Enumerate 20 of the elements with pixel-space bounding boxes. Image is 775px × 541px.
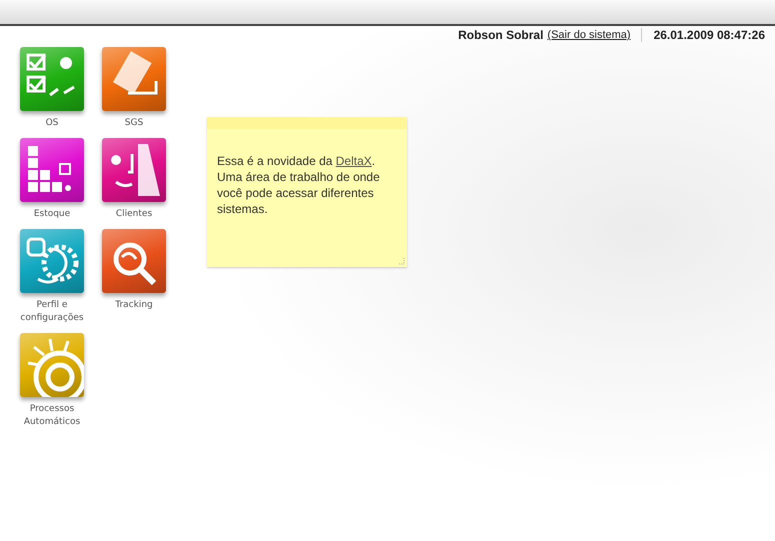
app-icon[interactable] <box>20 229 84 293</box>
app-icon[interactable] <box>20 138 84 202</box>
app-label: Estoque <box>32 208 72 221</box>
user-name: Robson Sobral <box>458 28 544 42</box>
date-time: 26.01.2009 08:47:26 <box>640 28 765 42</box>
app-icon[interactable] <box>102 229 166 293</box>
app-label: SGS <box>124 117 144 130</box>
app-icon[interactable] <box>20 47 84 111</box>
resize-grip-icon[interactable] <box>397 257 405 265</box>
app-icon[interactable] <box>102 47 166 111</box>
app-label: Tracking <box>114 299 154 312</box>
note-text: Essa é a novidade da DeltaX. Uma área de trabalho de onde você pode acessar diferentes sistemas. <box>217 153 381 217</box>
app-icon[interactable] <box>20 333 84 397</box>
app-label: Clientes <box>114 208 154 221</box>
app-icon[interactable] <box>102 138 166 202</box>
logout-link[interactable]: (Sair do sistema) <box>547 29 631 41</box>
deltax-link[interactable]: DeltaX <box>336 154 372 168</box>
app-label: Perfil e configurações <box>19 299 85 325</box>
app-label: Processos Automáticos <box>22 403 82 429</box>
app-label: OS <box>44 117 60 130</box>
